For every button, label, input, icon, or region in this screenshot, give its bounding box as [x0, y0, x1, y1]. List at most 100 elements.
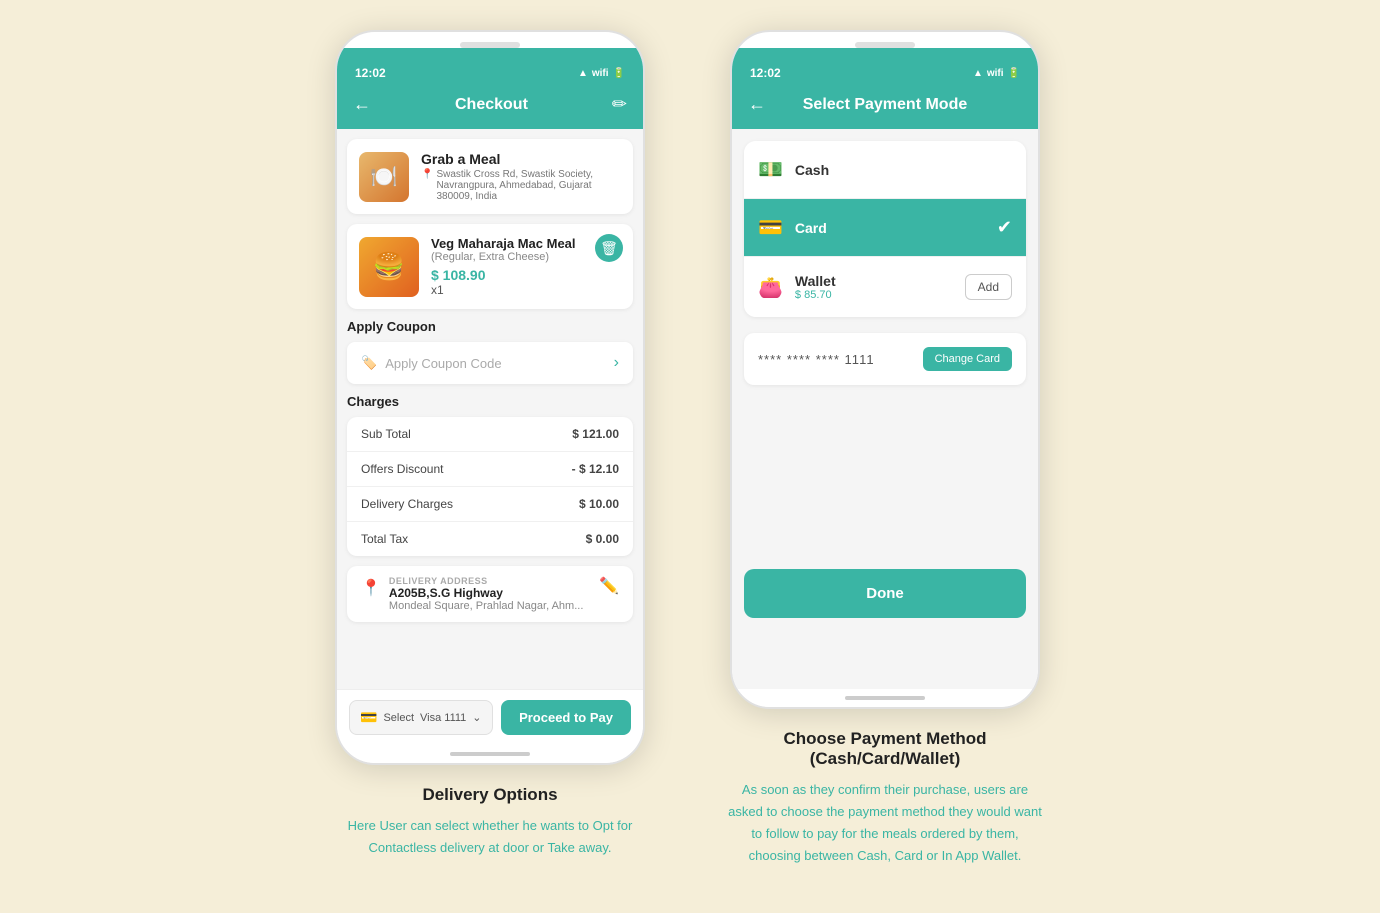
cash-icon: 💵	[758, 157, 783, 182]
payment-notch-area	[732, 48, 1038, 60]
restaurant-address-text: Swastik Cross Rd, Swastik Society, Navra…	[436, 169, 621, 202]
delivery-address-section: 📍 DELIVERY ADDRESS A205B,S.G Highway Mon…	[347, 566, 633, 622]
coupon-placeholder: Apply Coupon Code	[385, 356, 501, 371]
payment-phone-section: 12:02 ▲ wifi 🔋 ← Select Payment Mode	[725, 30, 1045, 867]
cart-item-name: Veg Maharaja Mac Meal	[431, 236, 621, 251]
wallet-add-button[interactable]: Add	[965, 274, 1012, 300]
card-number-row: **** **** **** 1111 Change Card	[744, 333, 1026, 385]
coupon-arrow-icon: ›	[614, 354, 619, 372]
charge-label-tax: Total Tax	[361, 532, 408, 546]
delivery-address-line2: Mondeal Square, Prahlad Nagar, Ahm...	[389, 600, 583, 612]
card-name: Visa 1111	[420, 712, 466, 724]
checkout-phone-frame: 12:02 ▲ wifi 🔋 ← Checkout ✏	[335, 30, 645, 765]
coupon-input-row[interactable]: 🏷️ Apply Coupon Code ›	[347, 342, 633, 384]
charges-card: Sub Total $ 121.00 Offers Discount - $ 1…	[347, 417, 633, 556]
restaurant-name: Grab a Meal	[421, 151, 621, 167]
checkout-back-button[interactable]: ←	[353, 94, 371, 115]
card-number-text: **** **** **** 1111	[758, 352, 875, 367]
charge-label-discount: Offers Discount	[361, 462, 443, 476]
payment-option-card[interactable]: 💳 Card ✔	[744, 199, 1026, 257]
coupon-section-title: Apply Coupon	[347, 319, 633, 334]
delivery-section-label: DELIVERY ADDRESS	[389, 576, 583, 586]
payment-title: Select Payment Mode	[803, 96, 968, 114]
charge-row-delivery: Delivery Charges $ 10.00	[347, 487, 633, 522]
charge-label-subtotal: Sub Total	[361, 427, 411, 441]
right-caption-title: Choose Payment Method (Cash/Card/Wallet)	[725, 729, 1045, 769]
payment-wifi-icon: wifi	[987, 68, 1004, 79]
charge-value-discount: - $ 12.10	[572, 462, 619, 476]
cart-item-details: Veg Maharaja Mac Meal (Regular, Extra Ch…	[431, 236, 621, 297]
cart-item-image: 🍔	[359, 237, 419, 297]
checkout-bottom-bar: 💳 Select Visa 1111 ⌄ Proceed to Pay	[337, 689, 643, 745]
charge-row-subtotal: Sub Total $ 121.00	[347, 417, 633, 452]
restaurant-address: 📍 Swastik Cross Rd, Swastik Society, Nav…	[421, 169, 621, 202]
cart-item-price: $ 108.90	[431, 267, 621, 283]
phones-row: 12:02 ▲ wifi 🔋 ← Checkout ✏	[335, 30, 1045, 867]
delete-item-button[interactable]: 🗑	[595, 234, 623, 262]
delivery-address-line1: A205B,S.G Highway	[389, 586, 583, 600]
right-caption-body: As soon as they confirm their purchase, …	[725, 779, 1045, 867]
cart-item-card: 🍔 Veg Maharaja Mac Meal (Regular, Extra …	[347, 224, 633, 309]
card-mini-icon: 💳	[360, 709, 377, 726]
restaurant-info: Grab a Meal 📍 Swastik Cross Rd, Swastik …	[421, 151, 621, 202]
payment-option-wallet[interactable]: 👛 Wallet $ 85.70 Add	[744, 257, 1026, 317]
restaurant-image: 🍽️	[359, 152, 409, 202]
payment-time: 12:02	[750, 66, 781, 80]
card-check-icon: ✔	[997, 217, 1012, 238]
coupon-section: Apply Coupon 🏷️ Apply Coupon Code ›	[347, 319, 633, 384]
notch-area	[337, 48, 643, 60]
payment-home-bar-area	[732, 689, 1038, 707]
payment-status-bar: 12:02 ▲ wifi 🔋	[732, 60, 1038, 84]
left-caption-body: Here User can select whether he wants to…	[348, 815, 633, 859]
checkout-edit-button[interactable]: ✏	[612, 94, 627, 115]
payment-status-icons: ▲ wifi 🔋	[973, 68, 1020, 79]
signal-icon: ▲	[578, 68, 588, 79]
battery-icon: 🔋	[613, 68, 625, 79]
payment-spacer	[744, 401, 1026, 561]
payment-back-button[interactable]: ←	[748, 94, 766, 115]
coupon-input-left: 🏷️ Apply Coupon Code	[361, 355, 502, 371]
cart-item-variant: (Regular, Extra Cheese)	[431, 251, 621, 263]
card-select-label: Select	[383, 712, 414, 724]
left-caption-title: Delivery Options	[348, 785, 633, 805]
done-button[interactable]: Done	[744, 569, 1026, 618]
charge-label-delivery: Delivery Charges	[361, 497, 453, 511]
dropdown-chevron-icon: ⌄	[472, 711, 481, 724]
restaurant-card: 🍽️ Grab a Meal 📍 Swastik Cross Rd, Swast…	[347, 139, 633, 214]
delivery-edit-button[interactable]: ✏️	[599, 576, 619, 596]
charge-value-tax: $ 0.00	[586, 532, 619, 546]
phone-home-bar-area	[337, 745, 643, 763]
payment-phone-frame: 12:02 ▲ wifi 🔋 ← Select Payment Mode	[730, 30, 1040, 709]
wallet-label: Wallet	[795, 273, 836, 289]
cash-label: Cash	[795, 162, 829, 178]
page-container: 12:02 ▲ wifi 🔋 ← Checkout ✏	[0, 0, 1380, 913]
card-payment-icon: 💳	[758, 215, 783, 240]
payment-option-cash[interactable]: 💵 Cash	[744, 141, 1026, 199]
burger-emoji: 🍔	[373, 251, 405, 282]
change-card-button[interactable]: Change Card	[923, 347, 1012, 371]
charge-value-subtotal: $ 121.00	[572, 427, 619, 441]
wallet-balance: $ 85.70	[795, 289, 836, 301]
checkout-time: 12:02	[355, 66, 386, 80]
checkout-phone-section: 12:02 ▲ wifi 🔋 ← Checkout ✏	[335, 30, 645, 859]
payment-signal-icon: ▲	[973, 68, 983, 79]
location-pin-icon: 📍	[421, 169, 433, 180]
delivery-info: DELIVERY ADDRESS A205B,S.G Highway Monde…	[389, 576, 583, 612]
payment-app-header: ← Select Payment Mode	[732, 84, 1038, 129]
charges-section-title: Charges	[347, 394, 633, 409]
payment-content: 💵 Cash 💳 Card ✔ 👛	[732, 129, 1038, 689]
delivery-pin-icon: 📍	[361, 578, 381, 598]
charges-section: Charges Sub Total $ 121.00 Offers Discou…	[347, 394, 633, 556]
right-caption: Choose Payment Method (Cash/Card/Wallet)…	[725, 729, 1045, 867]
cart-item-qty: x1	[431, 283, 621, 297]
wifi-icon: wifi	[592, 68, 609, 79]
wallet-info: Wallet $ 85.70	[795, 273, 836, 301]
coupon-tag-icon: 🏷️	[361, 355, 377, 371]
checkout-app-header: ← Checkout ✏	[337, 84, 643, 129]
card-select-button[interactable]: 💳 Select Visa 1111 ⌄	[349, 700, 493, 735]
proceed-to-pay-button[interactable]: Proceed to Pay	[501, 700, 631, 735]
wallet-icon: 👛	[758, 275, 783, 300]
charge-row-discount: Offers Discount - $ 12.10	[347, 452, 633, 487]
card-label: Card	[795, 220, 827, 236]
payment-battery-icon: 🔋	[1008, 68, 1020, 79]
